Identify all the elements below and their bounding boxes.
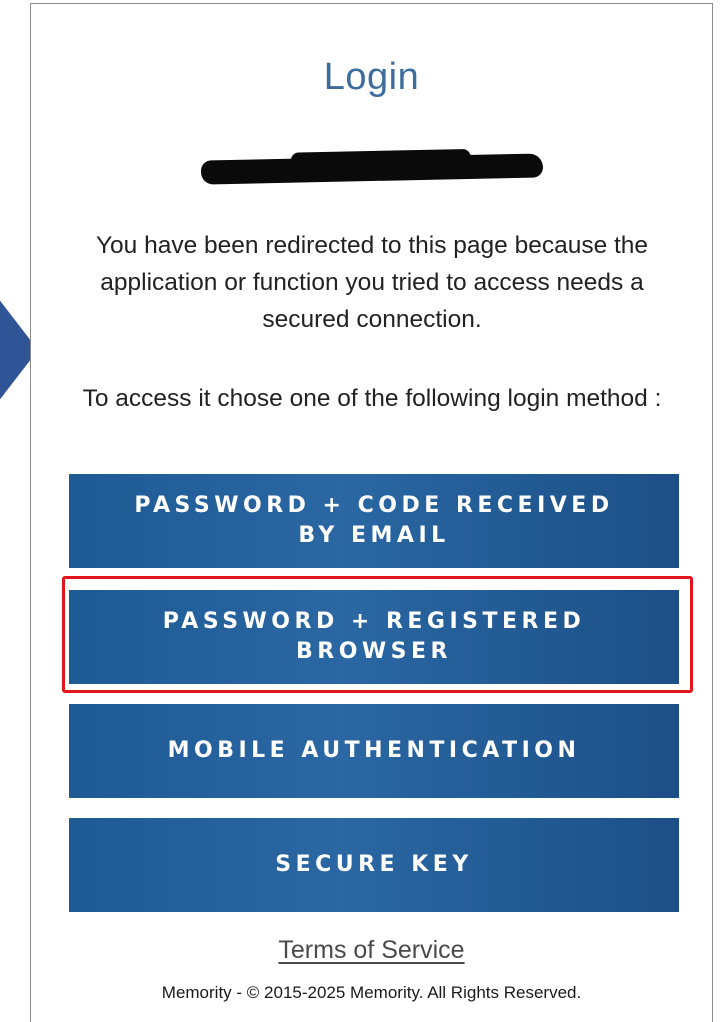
page-title: Login — [323, 56, 420, 98]
choose-method-message: To access it chose one of the following … — [82, 385, 662, 412]
password-email-code-button[interactable]: PASSWORD + CODE RECEIVED BY EMAIL — [69, 474, 679, 568]
password-registered-browser-button[interactable]: PASSWORD + REGISTERED BROWSER — [69, 590, 679, 684]
mobile-authentication-button[interactable]: MOBILE AUTHENTICATION — [69, 704, 679, 798]
terms-of-service-link[interactable]: Terms of Service — [30, 936, 713, 965]
screenshot-canvas: Login You have been redirected to this p… — [0, 0, 720, 1022]
redirect-message: You have been redirected to this page be… — [95, 232, 649, 333]
copyright-text: Memority - © 2015-2025 Memority. All Rig… — [161, 983, 582, 1002]
secure-key-button[interactable]: SECURE KEY — [69, 818, 679, 912]
